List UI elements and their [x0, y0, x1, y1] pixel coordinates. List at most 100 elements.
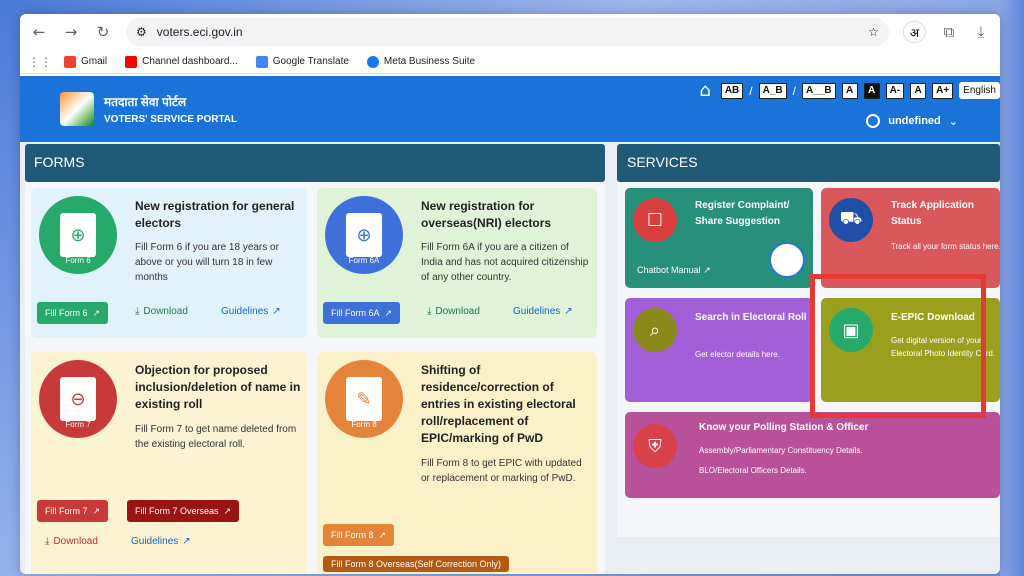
bookmark-star-icon[interactable]: ☆	[868, 25, 879, 39]
gmail-icon	[64, 55, 76, 68]
meta-icon	[366, 55, 379, 68]
truck-icon: ⛟	[829, 198, 873, 242]
search-icon: ⌕	[633, 308, 677, 352]
bookmarks-bar: ⋮⋮ Gmail Channel dashboard... Google Tra…	[20, 50, 1000, 74]
service-polling-desc2: BLO/Electoral Officers Details.	[699, 466, 807, 475]
form6-download-link[interactable]: ⤓ Download	[135, 306, 188, 317]
fill-form8-button[interactable]: Fill Form 8 ↗	[323, 524, 395, 546]
service-search-desc: Get elector details here.	[695, 350, 780, 359]
fill-form7-overseas-button[interactable]: Fill Form 7 Overseas ↗	[127, 500, 240, 522]
remove-user-icon: ⊖	[70, 388, 86, 410]
shield-icon: ⛨	[633, 424, 677, 468]
form7-title: Objection for proposed inclusion/deletio…	[135, 363, 301, 411]
chat-icon: ☐	[633, 198, 677, 242]
form6-doc-icon: ⊕ Form 6	[60, 213, 96, 265]
arrow-icon: ↗	[384, 307, 393, 318]
tool-font-increase[interactable]: A+	[932, 82, 954, 99]
tool-ab[interactable]: AB	[720, 82, 744, 99]
arrow-icon: ↗	[92, 307, 101, 318]
form6-desc: Fill Form 6 if you are 18 years or above…	[135, 242, 279, 283]
language-select[interactable]: English	[959, 82, 1000, 99]
user-name: undefined	[888, 115, 941, 127]
form6a-guidelines-link[interactable]: Guidelines ↗	[513, 306, 573, 317]
site-info-icon[interactable]: ⚙	[136, 25, 147, 39]
download-icon: ⤓	[427, 306, 432, 317]
service-track-title: Track Application Status	[891, 200, 974, 227]
tool-font-normal[interactable]: A	[910, 82, 927, 99]
back-icon[interactable]: ←	[30, 23, 48, 41]
arrow-icon: ↗	[223, 505, 232, 516]
extensions-icon[interactable]: ⧉	[940, 23, 958, 41]
arrow-icon: ↗	[92, 505, 101, 516]
user-icon	[866, 114, 881, 128]
download-icon: ⤓	[45, 536, 50, 547]
fill-form6-button[interactable]: Fill Form 6 ↗	[37, 302, 109, 324]
form7-desc: Fill Form 7 to get name deleted from the…	[135, 424, 297, 450]
service-complaint-title: Register Complaint/ Share Suggestion	[695, 200, 790, 227]
eci-logo	[60, 92, 94, 126]
service-track-card[interactable]: ⛟ Track Application Status Track all you…	[821, 188, 1000, 288]
background-strip	[1000, 0, 1024, 576]
service-polling-title: Know your Polling Station & Officer	[699, 422, 869, 433]
form6a-card: ⊕ Form 6A New registration for overseas(N…	[317, 188, 597, 338]
form8-desc: Fill Form 8 to get EPIC with updated or …	[421, 458, 582, 484]
address-bar[interactable]: ⚙ voters.eci.gov.in ☆	[126, 18, 889, 46]
arrow-icon: ↗	[564, 306, 573, 317]
form7-icon-circle: ⊖ Form 7	[39, 360, 117, 438]
reload-icon[interactable]: ↻	[94, 23, 112, 41]
form6-card: ⊕ Form 6 New registration for general ele…	[31, 188, 307, 338]
fill-form6a-button[interactable]: Fill Form 6A ↗	[323, 302, 401, 324]
arrow-icon: ↗	[272, 306, 281, 317]
add-user-icon: ⊕	[70, 224, 86, 246]
tool-font-decrease[interactable]: A-	[885, 82, 905, 99]
form7-guidelines-link[interactable]: Guidelines ↗	[131, 536, 191, 547]
form8-card: ✎ Form 8 Shifting of residence/correction…	[317, 352, 597, 574]
user-menu[interactable]: undefined ⌄	[866, 114, 958, 128]
highlight-box	[810, 274, 986, 418]
service-complaint-card[interactable]: ☐ Register Complaint/ Share Suggestion C…	[625, 188, 813, 288]
service-search-card[interactable]: ⌕ Search in Electoral Roll Get elector d…	[625, 298, 813, 402]
download-icon[interactable]: ⤓	[972, 23, 990, 41]
apps-grid-icon[interactable]: ⋮⋮	[28, 55, 52, 69]
services-heading: SERVICES	[617, 144, 1000, 182]
home-icon[interactable]: ⌂	[699, 80, 710, 101]
form7-download-link[interactable]: ⤓ Download	[45, 536, 98, 547]
chatbot-manual-link[interactable]: Chatbot Manual ↗	[637, 264, 711, 277]
url-text: voters.eci.gov.in	[156, 25, 243, 39]
service-search-title: Search in Electoral Roll	[695, 312, 807, 323]
bookmark-meta-business[interactable]: Meta Business Suite	[366, 55, 475, 68]
translate-chip[interactable]: अ	[902, 21, 926, 43]
form6a-doc-icon: ⊕ Form 6A	[346, 213, 382, 265]
fill-form7-button[interactable]: Fill Form 7 ↗	[37, 500, 109, 522]
service-track-desc: Track all your form status here.	[891, 242, 1000, 251]
arrow-icon: ↗	[378, 529, 387, 540]
form6a-title: New registration for overseas(NRI) elect…	[421, 199, 552, 230]
form8-icon-circle: ✎ Form 8	[325, 360, 403, 438]
bookmark-gmail[interactable]: Gmail	[64, 55, 107, 68]
forward-icon[interactable]: →	[62, 23, 80, 41]
service-polling-card[interactable]: ⛨ Know your Polling Station & Officer As…	[625, 412, 1000, 498]
form7-doc-icon: ⊖ Form 7	[60, 377, 96, 429]
brand-english: VOTERS' SERVICE PORTAL	[104, 114, 238, 125]
arrow-icon: ↗	[182, 536, 191, 547]
forms-heading: FORMS	[25, 144, 605, 182]
form7-card: ⊖ Form 7 Objection for proposed inclusion…	[31, 352, 307, 574]
tool-a--b[interactable]: A__B	[801, 82, 836, 99]
browser-toolbar: ← → ↻ ⚙ voters.eci.gov.in ☆ अ ⧉ ⤓	[20, 14, 1000, 50]
bookmark-google-translate[interactable]: Google Translate	[255, 55, 349, 68]
tool-contrast-light[interactable]: A	[841, 82, 858, 99]
edit-icon: ✎	[356, 388, 372, 410]
form6a-download-link[interactable]: ⤓ Download	[427, 306, 480, 317]
globe-icon: ⊕	[356, 224, 372, 246]
form8-doc-icon: ✎ Form 8	[346, 377, 382, 429]
mascot-avatar	[769, 242, 805, 278]
form6-icon-circle: ⊕ Form 6	[39, 196, 117, 274]
fill-form8-overseas-button[interactable]: Fill Form 8 Overseas(Self Correction Onl…	[323, 556, 510, 572]
form6-guidelines-link[interactable]: Guidelines ↗	[221, 306, 281, 317]
bookmark-channel-dashboard[interactable]: Channel dashboard...	[125, 55, 238, 68]
form6a-icon-circle: ⊕ Form 6A	[325, 196, 403, 274]
tool-a-b[interactable]: A_B	[758, 82, 787, 99]
arrow-icon: ↗	[703, 265, 711, 275]
tool-contrast-dark[interactable]: A	[863, 82, 880, 99]
download-icon: ⤓	[135, 306, 140, 317]
